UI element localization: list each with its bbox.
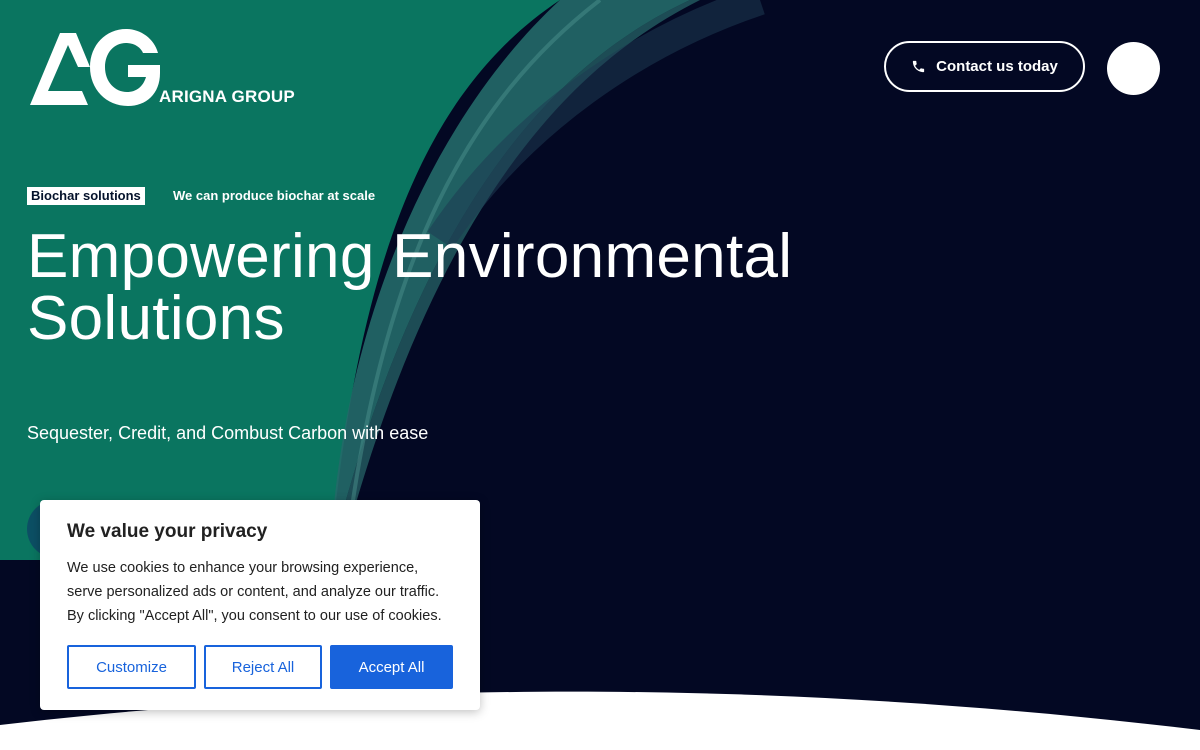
brand-logo[interactable]: ARIGNA GROUP <box>30 29 300 109</box>
accept-all-button[interactable]: Accept All <box>330 645 453 689</box>
ag-logo-icon <box>30 29 160 106</box>
contact-button-label: Contact us today <box>936 58 1058 75</box>
page-title: Empowering Environmental Solutions <box>27 226 807 350</box>
hero-tagline: We can produce biochar at scale <box>173 188 376 203</box>
customize-button[interactable]: Customize <box>67 645 196 689</box>
cookie-consent-banner: We value your privacy We use cookies to … <box>40 500 480 710</box>
page-title-line-1: Empowering Environmental <box>27 222 793 291</box>
reject-all-button[interactable]: Reject All <box>204 645 322 689</box>
hero-subtitle: Sequester, Credit, and Combust Carbon wi… <box>27 423 429 443</box>
cookie-banner-title: We value your privacy <box>67 521 268 542</box>
page-title-line-2: Solutions <box>27 284 285 353</box>
cookie-button-row: Customize Reject All Accept All <box>67 645 453 689</box>
contact-button[interactable]: Contact us today <box>884 41 1085 92</box>
phone-icon <box>913 60 925 73</box>
cookie-banner-text: We use cookies to enhance your browsing … <box>67 560 442 624</box>
menu-button[interactable] <box>1107 42 1160 95</box>
page: ARIGNA GROUP Contact us today Biochar so… <box>0 0 1200 750</box>
category-badge: Biochar solutions <box>27 187 145 205</box>
brand-name: ARIGNA GROUP <box>159 87 295 106</box>
